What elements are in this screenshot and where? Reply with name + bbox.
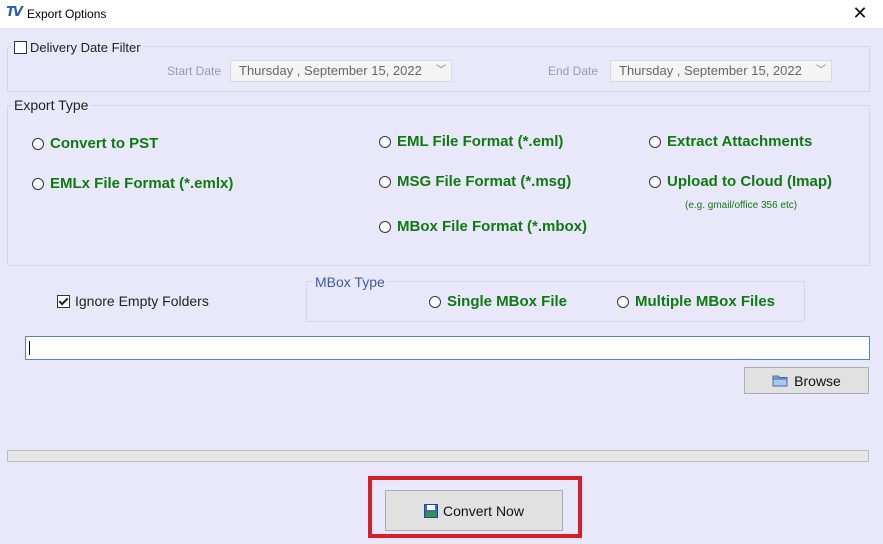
radio-eml[interactable]: EML File Format (*.eml) (379, 133, 563, 150)
text-caret (29, 341, 30, 355)
chevron-down-icon[interactable]: ﹀ (436, 61, 446, 81)
radio-upload-cloud[interactable]: Upload to Cloud (Imap) (649, 173, 832, 190)
radio-button[interactable] (32, 177, 44, 190)
ignore-empty-checkbox[interactable] (57, 294, 70, 308)
ignore-empty-toggle[interactable]: Ignore Empty Folders (57, 293, 209, 309)
browse-label: Browse (794, 372, 841, 389)
radio-button[interactable] (649, 175, 661, 188)
folder-icon (772, 375, 788, 387)
start-date-picker[interactable]: Thursday , September 15, 2022 ﹀ (230, 60, 452, 82)
radio-label: MBox File Format (*.mbox) (397, 218, 588, 235)
export-type-legend: Export Type (12, 97, 91, 113)
radio-button[interactable] (32, 137, 44, 150)
save-disk-icon (424, 503, 439, 518)
close-icon[interactable]: ✕ (837, 0, 883, 28)
radio-single-mbox[interactable]: Single MBox File (429, 293, 567, 310)
radio-label: Single MBox File (447, 293, 568, 310)
radio-label: EML File Format (*.eml) (397, 133, 564, 150)
radio-button[interactable] (429, 295, 441, 308)
radio-label: EMLx File Format (*.emlx) (50, 175, 234, 192)
end-date-value: Thursday , September 15, 2022 (619, 63, 802, 78)
ignore-empty-label: Ignore Empty Folders (75, 293, 209, 309)
app-logo-icon: TV (6, 5, 23, 20)
radio-label: Multiple MBox Files (635, 293, 776, 310)
window-title: Export Options (27, 7, 107, 21)
date-filter-checkbox[interactable] (14, 41, 27, 54)
radio-extract-attachments[interactable]: Extract Attachments (649, 133, 812, 150)
date-filter-toggle[interactable]: Delivery Date Filter (12, 40, 143, 55)
start-date-label: Start Date (167, 64, 222, 78)
browse-button[interactable]: Browse (744, 367, 869, 394)
radio-msg[interactable]: MSG File Format (*.msg) (379, 173, 571, 190)
start-date-value: Thursday , September 15, 2022 (239, 63, 422, 78)
date-filter-label: Delivery Date Filter (30, 40, 141, 55)
end-date-label: End Date (548, 64, 599, 78)
progress-bar (7, 450, 869, 462)
radio-button[interactable] (379, 220, 391, 233)
radio-label: Extract Attachments (667, 133, 813, 150)
radio-label: Upload to Cloud (Imap) (667, 173, 832, 190)
radio-convert-pst[interactable]: Convert to PST (32, 135, 158, 152)
convert-now-label: Convert Now (443, 502, 524, 519)
radio-button[interactable] (379, 175, 391, 188)
radio-button[interactable] (617, 295, 629, 308)
cloud-hint: (e.g. gmail/office 356 etc) (685, 200, 798, 211)
mbox-type-legend: MBox Type (313, 274, 387, 290)
radio-button[interactable] (379, 135, 391, 148)
destination-path-input[interactable] (25, 336, 870, 360)
end-date-picker[interactable]: Thursday , September 15, 2022 ﹀ (610, 60, 832, 82)
radio-multiple-mbox[interactable]: Multiple MBox Files (617, 293, 775, 310)
radio-button[interactable] (649, 135, 661, 148)
chevron-down-icon[interactable]: ﹀ (816, 61, 826, 81)
radio-emlx[interactable]: EMLx File Format (*.emlx) (32, 175, 233, 192)
convert-now-button[interactable]: Convert Now (385, 490, 563, 531)
radio-label: Convert to PST (50, 135, 159, 152)
title-bar: TV Export Options ✕ (0, 0, 883, 29)
radio-mbox[interactable]: MBox File Format (*.mbox) (379, 218, 587, 235)
radio-label: MSG File Format (*.msg) (397, 173, 572, 190)
